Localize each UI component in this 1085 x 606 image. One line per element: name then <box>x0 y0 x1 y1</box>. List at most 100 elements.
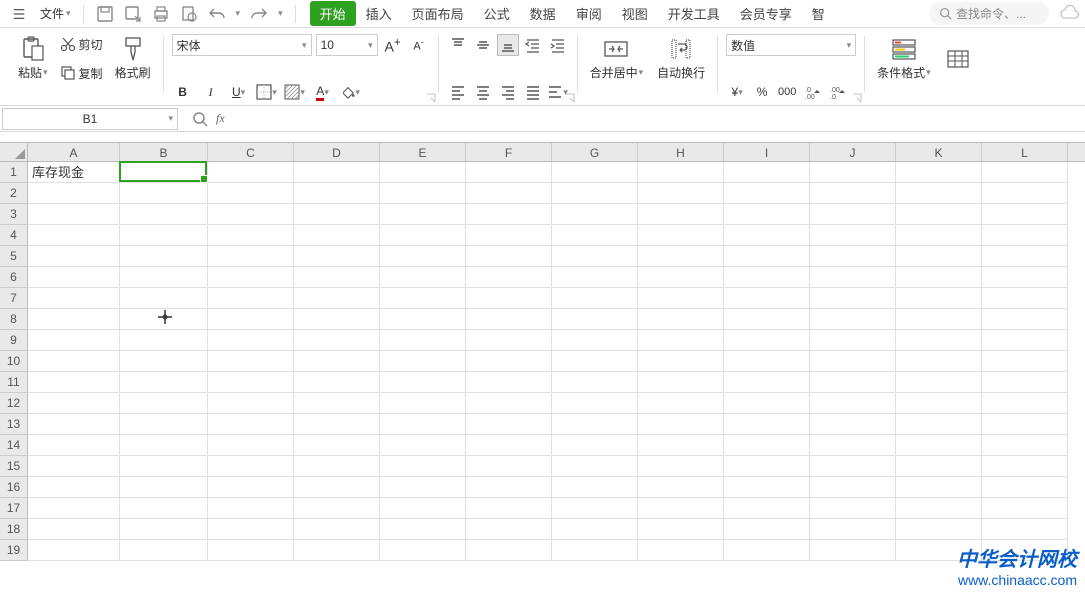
cell-J16[interactable] <box>810 477 896 498</box>
cell-G6[interactable] <box>552 267 638 288</box>
cell-K9[interactable] <box>896 330 982 351</box>
cell-H11[interactable] <box>638 372 724 393</box>
column-header[interactable]: A <box>28 143 120 161</box>
cell-K5[interactable] <box>896 246 982 267</box>
italic-button[interactable]: I <box>200 81 222 103</box>
cell-G14[interactable] <box>552 435 638 456</box>
tab-more[interactable]: 智 <box>802 1 835 26</box>
cell-K8[interactable] <box>896 309 982 330</box>
cell-J8[interactable] <box>810 309 896 330</box>
cell-G2[interactable] <box>552 183 638 204</box>
print-preview-icon[interactable] <box>180 5 198 23</box>
cell-D6[interactable] <box>294 267 380 288</box>
wrap-text-button[interactable]: 自动换行 <box>653 34 709 83</box>
cell-D14[interactable] <box>294 435 380 456</box>
cell-C19[interactable] <box>208 540 294 561</box>
cell-B18[interactable] <box>120 519 208 540</box>
cell-J4[interactable] <box>810 225 896 246</box>
save-icon[interactable] <box>96 5 114 23</box>
row-header[interactable]: 7 <box>0 288 28 309</box>
cell-G17[interactable] <box>552 498 638 519</box>
cell-C4[interactable] <box>208 225 294 246</box>
row-header[interactable]: 17 <box>0 498 28 519</box>
cell-E12[interactable] <box>380 393 466 414</box>
cell-E16[interactable] <box>380 477 466 498</box>
cell-F19[interactable] <box>466 540 552 561</box>
cell-A12[interactable] <box>28 393 120 414</box>
column-header[interactable]: K <box>896 143 982 161</box>
cell-B5[interactable] <box>120 246 208 267</box>
cell-A16[interactable] <box>28 477 120 498</box>
cell-J7[interactable] <box>810 288 896 309</box>
cell-B9[interactable] <box>120 330 208 351</box>
cell-F14[interactable] <box>466 435 552 456</box>
cell-A19[interactable] <box>28 540 120 561</box>
cell-I9[interactable] <box>724 330 810 351</box>
column-header[interactable]: I <box>724 143 810 161</box>
cell-F17[interactable] <box>466 498 552 519</box>
decrease-indent-button[interactable] <box>522 34 544 56</box>
cell-F15[interactable] <box>466 456 552 477</box>
cell-H19[interactable] <box>638 540 724 561</box>
cell-I17[interactable] <box>724 498 810 519</box>
align-middle-button[interactable] <box>472 34 494 56</box>
percent-button[interactable]: % <box>751 81 773 103</box>
currency-button[interactable]: ¥▾ <box>726 81 748 103</box>
tab-formula[interactable]: 公式 <box>474 1 520 26</box>
cell-H16[interactable] <box>638 477 724 498</box>
cell-H15[interactable] <box>638 456 724 477</box>
cell-K13[interactable] <box>896 414 982 435</box>
cell-E11[interactable] <box>380 372 466 393</box>
cell-I6[interactable] <box>724 267 810 288</box>
cell-J2[interactable] <box>810 183 896 204</box>
cell-I10[interactable] <box>724 351 810 372</box>
cell-E13[interactable] <box>380 414 466 435</box>
cell-L6[interactable] <box>982 267 1068 288</box>
row-header[interactable]: 16 <box>0 477 28 498</box>
cell-D7[interactable] <box>294 288 380 309</box>
cell-K11[interactable] <box>896 372 982 393</box>
cell-C15[interactable] <box>208 456 294 477</box>
underline-button[interactable]: U▾ <box>228 81 250 103</box>
format-painter-button[interactable]: 格式刷 <box>111 34 155 83</box>
font-name-select[interactable]: 宋体 ▾ <box>172 34 312 56</box>
cell-K17[interactable] <box>896 498 982 519</box>
row-header[interactable]: 18 <box>0 519 28 540</box>
cell-L11[interactable] <box>982 372 1068 393</box>
tab-member[interactable]: 会员专享 <box>730 1 802 26</box>
cell-B14[interactable] <box>120 435 208 456</box>
cell-D10[interactable] <box>294 351 380 372</box>
cell-E9[interactable] <box>380 330 466 351</box>
cell-D16[interactable] <box>294 477 380 498</box>
cell-F3[interactable] <box>466 204 552 225</box>
cell-J19[interactable] <box>810 540 896 561</box>
cell-G13[interactable] <box>552 414 638 435</box>
cell-D13[interactable] <box>294 414 380 435</box>
cell-I2[interactable] <box>724 183 810 204</box>
row-header[interactable]: 19 <box>0 540 28 561</box>
cell-J1[interactable] <box>810 162 896 183</box>
cell-C9[interactable] <box>208 330 294 351</box>
cell-H7[interactable] <box>638 288 724 309</box>
cell-G8[interactable] <box>552 309 638 330</box>
cell-K1[interactable] <box>896 162 982 183</box>
redo-icon[interactable] <box>250 5 268 23</box>
row-header[interactable]: 11 <box>0 372 28 393</box>
cell-L8[interactable] <box>982 309 1068 330</box>
cell-B13[interactable] <box>120 414 208 435</box>
cell-I4[interactable] <box>724 225 810 246</box>
cell-G7[interactable] <box>552 288 638 309</box>
cell-F9[interactable] <box>466 330 552 351</box>
row-header[interactable]: 2 <box>0 183 28 204</box>
comma-button[interactable]: 000 <box>776 81 798 103</box>
cell-H10[interactable] <box>638 351 724 372</box>
shrink-font-button[interactable]: A- <box>408 34 430 56</box>
cell-F2[interactable] <box>466 183 552 204</box>
align-right-button[interactable] <box>497 81 519 103</box>
cell-G3[interactable] <box>552 204 638 225</box>
cell-L3[interactable] <box>982 204 1068 225</box>
cell-C2[interactable] <box>208 183 294 204</box>
number-format-select[interactable]: 数值 ▾ <box>726 34 856 56</box>
cell-B3[interactable] <box>120 204 208 225</box>
cell-F13[interactable] <box>466 414 552 435</box>
